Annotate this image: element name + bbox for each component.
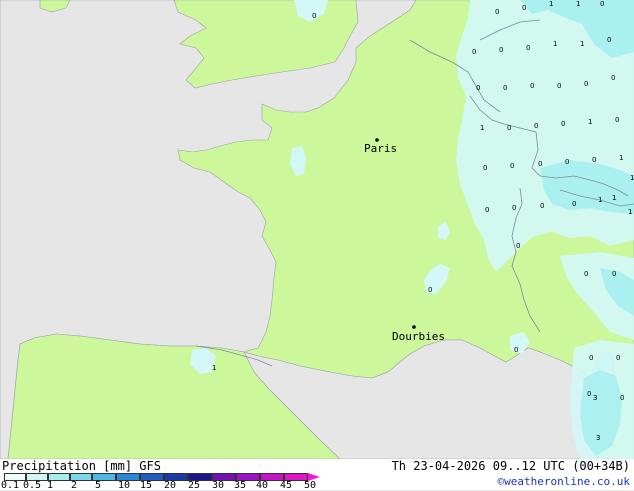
precip-value: 0 xyxy=(428,286,432,294)
precip-value: 1 xyxy=(630,174,634,182)
valid-time: Th 23-04-2026 09..12 UTC (00+34B) xyxy=(391,459,630,473)
dourbies-label: Dourbies xyxy=(392,330,445,343)
precip-value: 0 xyxy=(472,48,476,56)
precip-value: 0 xyxy=(592,156,596,164)
precip-value: 0 xyxy=(584,80,588,88)
precip-value: 0 xyxy=(312,12,316,20)
precip-value: 0 xyxy=(512,204,516,212)
precip-value: 1 xyxy=(480,124,484,132)
precip-value: 0 xyxy=(587,390,591,398)
precip-value: 1 xyxy=(549,0,553,8)
precip-value: 3 xyxy=(596,434,600,442)
legend-footer: Precipitation [mm] GFS Th 23-04-2026 09.… xyxy=(0,459,634,491)
precip-value: 0 xyxy=(620,394,624,402)
copyright-link[interactable]: ©weatheronline.co.uk xyxy=(498,475,630,488)
precip-value: 0 xyxy=(589,354,593,362)
precip-value: 0 xyxy=(522,4,526,12)
precip-value: 0 xyxy=(561,120,565,128)
precip-value: 0 xyxy=(507,124,511,132)
precip-value: 1 xyxy=(580,40,584,48)
precip-value: 1 xyxy=(212,364,216,372)
precip-value: 0 xyxy=(607,36,611,44)
precip-value: 0 xyxy=(612,270,616,278)
precip-value: 0 xyxy=(615,116,619,124)
precip-value: 0 xyxy=(510,162,514,170)
precip-value: 0 xyxy=(516,242,520,250)
precip-value: 0 xyxy=(483,164,487,172)
precip-value: 1 xyxy=(619,154,623,162)
precip-value: 3 xyxy=(593,394,597,402)
precip-value: 0 xyxy=(611,74,615,82)
precip-value: 0 xyxy=(565,158,569,166)
precip-value: 0 xyxy=(572,200,576,208)
precip-value: 0 xyxy=(485,206,489,214)
precip-value: 0 xyxy=(495,8,499,16)
precip-value: 0 xyxy=(557,82,561,90)
precip-value: 1 xyxy=(598,196,602,204)
precip-value: 0 xyxy=(616,354,620,362)
precip-value: 0 xyxy=(538,160,542,168)
precip-value: 0 xyxy=(476,84,480,92)
precipitation-map: Paris Dourbies 0 0 0 1 1 0 0 0 0 1 1 0 0… xyxy=(0,0,634,459)
precip-value: 0 xyxy=(540,202,544,210)
dourbies-marker xyxy=(412,325,416,329)
precip-value: 0 xyxy=(499,46,503,54)
precip-value: 1 xyxy=(588,118,592,126)
precip-value: 1 xyxy=(628,208,632,216)
paris-label: Paris xyxy=(364,142,397,155)
precip-value: 0 xyxy=(530,82,534,90)
precip-value: 0 xyxy=(526,44,530,52)
precip-value: 1 xyxy=(576,0,580,8)
precip-value: 0 xyxy=(584,270,588,278)
precip-value: 1 xyxy=(553,40,557,48)
precip-value: 0 xyxy=(534,122,538,130)
precip-value: 0 xyxy=(600,0,604,8)
legend-title: Precipitation [mm] GFS xyxy=(2,459,161,473)
precip-value: 0 xyxy=(503,84,507,92)
precip-value: 0 xyxy=(514,346,518,354)
precip-value: 1 xyxy=(612,194,616,202)
